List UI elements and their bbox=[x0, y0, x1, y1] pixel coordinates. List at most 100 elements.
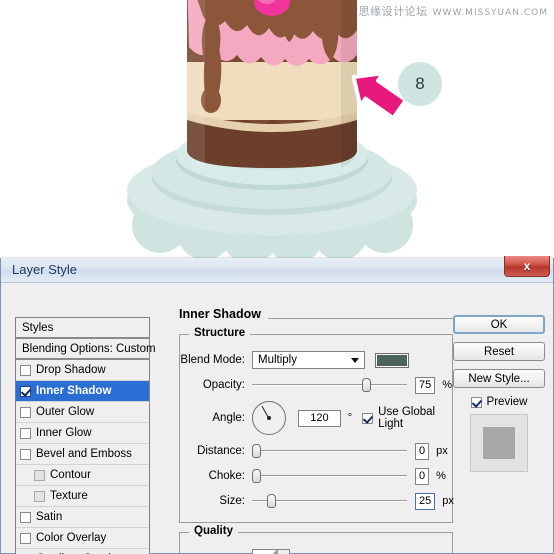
size-row: Size: 25 px bbox=[180, 490, 454, 512]
effect-label: Inner Shadow bbox=[36, 385, 112, 397]
layer-style-dialog: Layer Style x Styles Blending Options: C… bbox=[0, 256, 554, 554]
opacity-label: Opacity: bbox=[202, 379, 245, 391]
choke-slider[interactable] bbox=[252, 468, 407, 484]
preview-thumbnail bbox=[470, 414, 528, 472]
reset-button[interactable]: Reset bbox=[453, 342, 545, 361]
preview-thumbnail-shape bbox=[483, 427, 515, 459]
dialog-titlebar[interactable]: Layer Style x bbox=[1, 256, 553, 283]
opacity-value: 75 bbox=[419, 379, 432, 391]
effect-row-drop-shadow[interactable]: Drop Shadow bbox=[16, 360, 149, 381]
effect-row-contour[interactable]: Contour bbox=[16, 465, 149, 486]
quality-group: Quality Contour: Anti-aliased bbox=[179, 525, 453, 554]
quality-legend: Quality bbox=[189, 525, 238, 537]
effect-row-bevel-and-emboss[interactable]: Bevel and Emboss bbox=[16, 444, 149, 465]
shadow-color-swatch[interactable] bbox=[375, 352, 409, 368]
step-number-badge: 8 bbox=[398, 62, 442, 106]
preview-check-icon[interactable] bbox=[470, 396, 482, 408]
effect-label: Satin bbox=[36, 511, 63, 523]
effect-label: Outer Glow bbox=[36, 406, 95, 418]
opacity-row: Opacity: 75 % bbox=[180, 374, 452, 396]
tutorial-illustration: 8 思缘设计论坛 WWW.MISSYUAN.COM bbox=[0, 0, 554, 260]
blending-options-row[interactable]: Blending Options: Custom bbox=[16, 339, 156, 360]
structure-legend: Structure bbox=[189, 327, 251, 339]
contour-preset-picker[interactable] bbox=[252, 549, 290, 554]
effects-list: Drop Shadow Inner Shadow Outer Glow Inner G… bbox=[16, 360, 149, 554]
step-number-label: 8 bbox=[415, 74, 425, 93]
contour-curve-icon bbox=[253, 550, 277, 554]
opacity-unit: % bbox=[442, 379, 453, 391]
use-global-light-check-icon[interactable] bbox=[362, 412, 374, 424]
use-global-light-label: Use Global Light bbox=[378, 406, 436, 430]
styles-list-header[interactable]: Styles bbox=[16, 318, 149, 339]
choke-slider-knob[interactable] bbox=[252, 469, 261, 483]
choke-value: 0 bbox=[419, 470, 426, 482]
structure-group: Structure Blend Mode: Multiply Opacity: bbox=[179, 327, 454, 523]
cake-body bbox=[187, 0, 357, 168]
contour-dropdown-button[interactable] bbox=[277, 550, 289, 554]
effect-row-gradient-overlay[interactable]: Gradient Overlay bbox=[16, 549, 149, 554]
size-slider[interactable] bbox=[252, 493, 407, 509]
effect-checkbox-icon[interactable] bbox=[34, 469, 45, 481]
watermark-cn: 思缘设计论坛 bbox=[358, 5, 428, 18]
size-slider-knob[interactable] bbox=[267, 494, 276, 508]
ok-button[interactable]: OK bbox=[453, 315, 545, 334]
use-global-light-checkbox[interactable]: Use Global Light bbox=[362, 406, 442, 430]
blend-mode-select[interactable]: Multiply bbox=[252, 351, 365, 369]
effect-settings-panel: Inner Shadow Structure Blend Mode: Multi… bbox=[179, 307, 454, 554]
opacity-slider[interactable] bbox=[252, 377, 407, 393]
effect-checkbox-icon[interactable] bbox=[20, 511, 31, 523]
chevron-down-icon bbox=[351, 358, 359, 363]
effect-checkbox-icon[interactable] bbox=[20, 406, 31, 418]
effect-row-color-overlay[interactable]: Color Overlay bbox=[16, 528, 149, 549]
effect-row-outer-glow[interactable]: Outer Glow bbox=[16, 402, 149, 423]
contour-row: Contour: Anti-aliased bbox=[180, 547, 442, 554]
opacity-slider-track bbox=[252, 384, 407, 386]
effect-title-label: Inner Shadow bbox=[179, 307, 268, 321]
effect-label: Bevel and Emboss bbox=[36, 448, 132, 460]
effect-row-texture[interactable]: Texture bbox=[16, 486, 149, 507]
distance-slider-knob[interactable] bbox=[252, 444, 261, 458]
choke-row: Choke: 0 % bbox=[180, 465, 446, 487]
opacity-slider-knob[interactable] bbox=[362, 378, 371, 392]
effect-section-title: Inner Shadow bbox=[179, 307, 453, 323]
effect-checkbox-icon[interactable] bbox=[20, 364, 31, 376]
effect-label: Texture bbox=[50, 490, 88, 502]
size-label: Size: bbox=[219, 495, 245, 507]
effect-row-inner-glow[interactable]: Inner Glow bbox=[16, 423, 149, 444]
angle-label: Angle: bbox=[212, 412, 245, 424]
angle-input[interactable]: 120 bbox=[298, 409, 341, 427]
distance-unit: px bbox=[436, 445, 448, 457]
effect-checkbox-icon[interactable] bbox=[20, 532, 31, 544]
dialog-title: Layer Style bbox=[12, 262, 78, 277]
distance-slider[interactable] bbox=[252, 443, 407, 459]
size-value: 25 bbox=[419, 495, 432, 507]
close-icon[interactable]: x bbox=[504, 256, 550, 277]
effect-label: Drop Shadow bbox=[36, 364, 106, 376]
dialog-actions: OK Reset New Style... Preview bbox=[453, 315, 545, 472]
effect-label: Inner Glow bbox=[36, 427, 92, 439]
blend-mode-row: Blend Mode: Multiply bbox=[180, 349, 442, 371]
effect-checkbox-icon[interactable] bbox=[20, 448, 31, 460]
distance-row: Distance: 0 px bbox=[180, 440, 448, 462]
effect-checkbox-icon[interactable] bbox=[20, 385, 31, 397]
effect-checkbox-icon[interactable] bbox=[20, 427, 31, 439]
angle-unit: ° bbox=[347, 412, 353, 424]
effect-row-satin[interactable]: Satin bbox=[16, 507, 149, 528]
distance-value: 0 bbox=[419, 445, 426, 457]
styles-list-panel: Styles Blending Options: Custom Drop Sha… bbox=[15, 317, 156, 554]
watermark: 思缘设计论坛 WWW.MISSYUAN.COM bbox=[359, 3, 548, 19]
effect-checkbox-icon[interactable] bbox=[34, 490, 45, 502]
distance-label: Distance: bbox=[197, 445, 245, 457]
angle-dial[interactable] bbox=[252, 401, 286, 435]
size-input[interactable]: 25 bbox=[415, 492, 436, 510]
preview-checkbox[interactable]: Preview bbox=[453, 396, 545, 408]
size-unit: px bbox=[442, 495, 454, 507]
cake-artwork bbox=[0, 0, 554, 260]
distance-input[interactable]: 0 bbox=[415, 442, 430, 460]
choke-input[interactable]: 0 bbox=[415, 467, 430, 485]
new-style-button[interactable]: New Style... bbox=[453, 369, 545, 388]
effect-row-inner-shadow[interactable]: Inner Shadow bbox=[16, 381, 149, 402]
distance-slider-track bbox=[252, 450, 407, 452]
blend-mode-value: Multiply bbox=[258, 354, 297, 366]
opacity-input[interactable]: 75 bbox=[415, 376, 436, 394]
